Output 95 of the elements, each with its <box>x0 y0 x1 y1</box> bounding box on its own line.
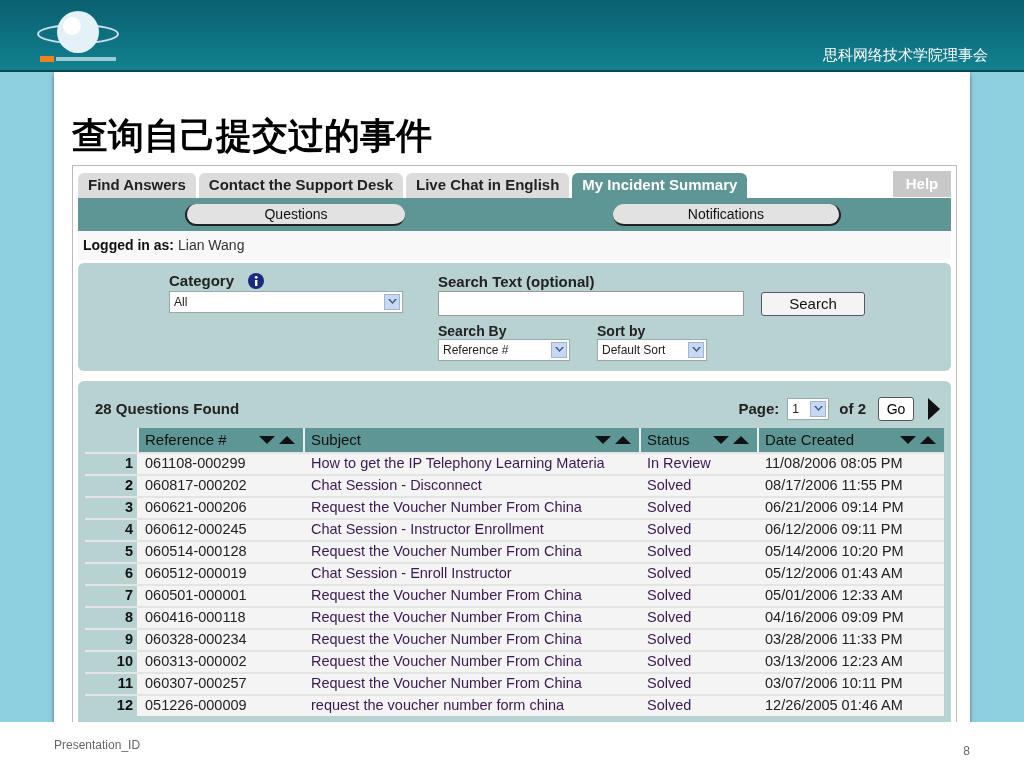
table-cell-text: 060612-000245 <box>144 520 248 540</box>
table-cell-text: 060307-000257 <box>144 674 248 694</box>
page-select[interactable]: 1 <box>787 398 830 420</box>
search-button[interactable]: Search <box>761 291 865 316</box>
table-cell-text: 060313-000002 <box>144 652 248 672</box>
user-name: Lian Wang <box>178 236 245 255</box>
table-cell-text: 08/17/2006 11:55 PM <box>764 476 904 496</box>
sort-by-select[interactable]: Default Sort <box>597 339 707 361</box>
table-cell-text: Chat Session - Disconnect <box>310 476 483 496</box>
column-header[interactable]: Reference # <box>139 428 303 452</box>
category-select[interactable]: All <box>169 291 403 313</box>
sort-arrows-icon[interactable] <box>259 435 297 445</box>
row-number: 6 <box>85 564 137 584</box>
column-header[interactable]: Subject <box>305 428 639 452</box>
table-cell-text: 03/07/2006 10:11 PM <box>764 674 904 694</box>
table-cell-text: Solved <box>646 498 693 518</box>
row-number: 12 <box>85 696 137 716</box>
slide-title: 查询自己提交过的事件 <box>72 114 433 158</box>
table-cell-text: 061108-000299 <box>144 454 247 474</box>
column-header[interactable]: Date Created <box>759 428 944 452</box>
page-total: of 2 <box>839 398 866 419</box>
search-text-field[interactable] <box>438 291 744 316</box>
row-number: 5 <box>85 542 137 562</box>
tab[interactable]: Live Chat in English <box>406 173 570 198</box>
page-label: Page: <box>738 398 780 419</box>
row-number: 3 <box>85 498 137 518</box>
search-by-label: Search By <box>438 322 508 339</box>
sort-arrows-icon[interactable] <box>595 435 633 445</box>
sort-arrows-icon[interactable] <box>713 435 751 445</box>
tab[interactable]: Contact the Support Desk <box>198 173 403 198</box>
table-cell-text: Solved <box>646 608 693 628</box>
go-button[interactable]: Go <box>878 397 914 421</box>
next-page-icon[interactable] <box>928 398 940 420</box>
table-cell-text: 06/12/2006 09:11 PM <box>764 520 904 540</box>
table-cell-text: 05/12/2006 01:43 AM <box>764 564 904 584</box>
table-cell-text: 060514-000128 <box>144 542 248 562</box>
row-number: 11 <box>85 674 137 694</box>
notifications-button[interactable]: Notifications <box>613 203 841 226</box>
table-cell-text: Solved <box>646 586 693 606</box>
table-cell-text: In Review <box>646 454 712 474</box>
table-cell-text: Chat Session - Enroll Instructor <box>310 564 513 584</box>
column-header[interactable]: Status <box>641 428 757 452</box>
table-cell-text: 060501-000001 <box>144 586 248 606</box>
table-cell-text: Request the Voucher Number From China <box>310 630 583 650</box>
table-cell-text: 060328-000234 <box>144 630 248 650</box>
logged-in-label: Logged in as: <box>83 236 174 255</box>
table-cell-text: Request the Voucher Number From China <box>310 498 583 518</box>
table-cell-text: Solved <box>646 520 693 540</box>
results-count: 28 Questions Found <box>95 398 240 419</box>
table-cell-text: Chat Session - Instructor Enrollment <box>310 520 545 540</box>
table-cell-text: Request the Voucher Number From China <box>310 652 583 672</box>
table-cell-text: Request the Voucher Number From China <box>310 608 583 628</box>
table-cell-text: Solved <box>646 542 693 562</box>
table-cell-text: 03/28/2006 11:33 PM <box>764 630 904 650</box>
table-cell-text: 060817-000202 <box>144 476 248 496</box>
info-icon[interactable] <box>248 273 265 289</box>
sort-by-label: Sort by <box>597 322 647 339</box>
table-cell-text: Request the Voucher Number From China <box>310 542 583 562</box>
table-cell-text: Solved <box>646 564 693 584</box>
row-number: 8 <box>85 608 137 628</box>
table-cell-text: request the voucher number form china <box>310 696 566 716</box>
row-number: 2 <box>85 476 137 496</box>
table-cell-text: 060512-000019 <box>144 564 248 584</box>
search-text-label: Search Text (optional) <box>438 272 596 291</box>
tab[interactable]: Find Answers <box>78 173 196 198</box>
sort-arrows-icon[interactable] <box>900 435 938 445</box>
table-cell-text: 06/21/2006 09:14 PM <box>764 498 905 518</box>
organization-name: 思科网络技术学院理事会 <box>823 45 988 66</box>
table-cell-text: 051226-000009 <box>144 696 248 716</box>
questions-button[interactable]: Questions <box>185 203 405 226</box>
table-cell-text: Solved <box>646 652 693 672</box>
table-cell-text: 12/26/2005 01:46 AM <box>764 696 904 716</box>
table-cell-text: 04/16/2006 09:09 PM <box>764 608 905 628</box>
row-number: 7 <box>85 586 137 606</box>
table-cell-text: Solved <box>646 696 693 716</box>
search-by-select[interactable]: Reference # <box>438 339 570 361</box>
table-cell-text: 05/14/2006 10:20 PM <box>764 542 905 562</box>
row-number: 9 <box>85 630 137 650</box>
page-number: 8 <box>963 743 970 760</box>
row-number: 10 <box>85 652 137 672</box>
table-cell-text: 060621-000206 <box>144 498 248 518</box>
table-cell-text: 060416-000118 <box>144 608 247 628</box>
table-cell-text: 11/08/2006 08:05 PM <box>764 454 904 474</box>
table-cell-text: Solved <box>646 630 693 650</box>
table-cell-text: 05/01/2006 12:33 AM <box>764 586 904 606</box>
table-cell-text: Request the Voucher Number From China <box>310 674 583 694</box>
presentation-id: Presentation_ID <box>54 737 141 754</box>
table-cell-text: How to get the IP Telephony Learning Materia <box>310 454 606 474</box>
table-cell-text: Request the Voucher Number From China <box>310 586 583 606</box>
row-number: 1 <box>85 454 137 474</box>
row-number: 4 <box>85 520 137 540</box>
category-label: Category <box>169 270 235 291</box>
table-cell-text: 03/13/2006 12:23 AM <box>764 652 904 672</box>
table-cell-text: Solved <box>646 674 693 694</box>
table-cell-text: Solved <box>646 476 693 496</box>
